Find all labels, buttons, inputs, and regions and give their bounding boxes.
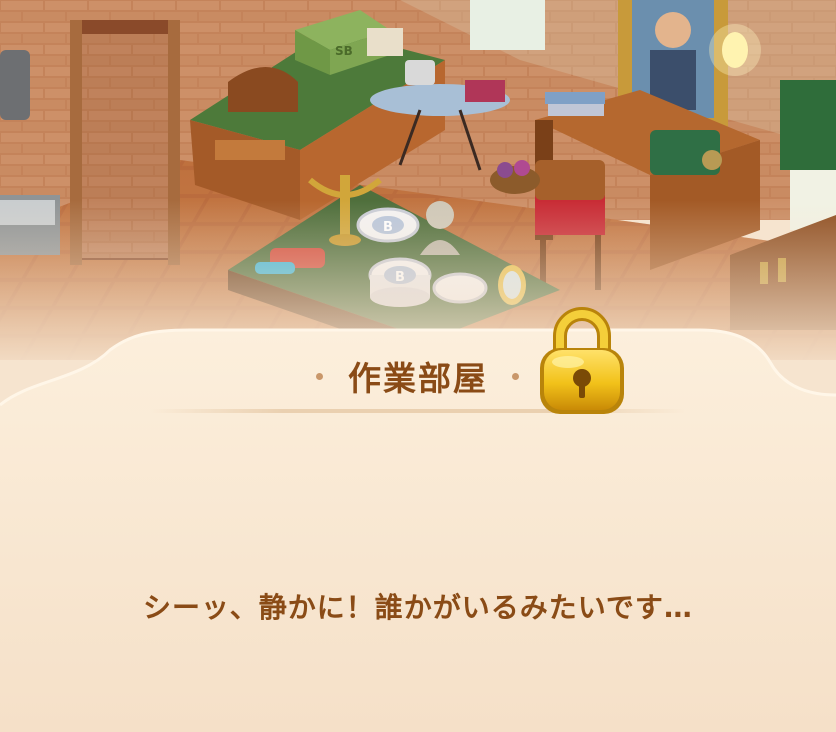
locked-message: シーッ、静かに！誰かがいるみたいです… [143,591,693,624]
svg-text:SB: SB [335,44,353,58]
padlock-icon [534,302,630,418]
room-title: 作業部屋 [348,359,488,398]
